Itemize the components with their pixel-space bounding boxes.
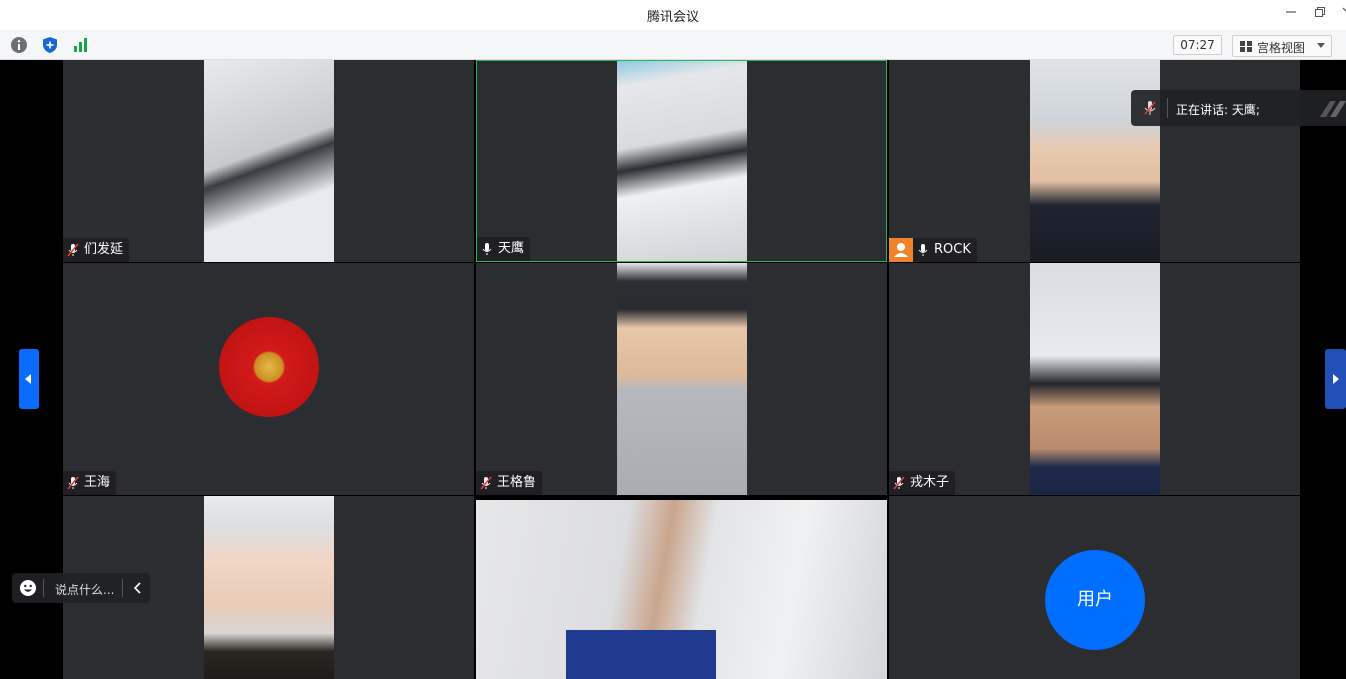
participant-tile[interactable]: 王海 [63, 263, 474, 495]
close-button[interactable] [1337, 6, 1346, 24]
participant-nametag: 们发延 [63, 238, 130, 262]
title-bar: 腾讯会议 [0, 0, 1346, 30]
participant-nametag: 戎木子 [889, 471, 956, 495]
participant-tile[interactable]: 用户 [889, 496, 1300, 679]
minimize-button[interactable] [1282, 6, 1300, 24]
participant-name: 们发延 [84, 242, 124, 257]
participant-video-detail [566, 630, 716, 679]
participant-name: ROCK [934, 242, 971, 257]
participant-video [1030, 263, 1160, 495]
participant-video [204, 60, 334, 262]
participant-tile[interactable]: 王格鲁 [476, 263, 887, 495]
participant-video [204, 496, 334, 679]
chat-bar[interactable]: 说点什么... [12, 573, 150, 603]
meeting-toolbar: 07:27 宫格视图 [0, 30, 1346, 60]
speaking-text: 正在讲话: 天鹰; [1176, 103, 1260, 117]
participant-tile[interactable] [476, 500, 887, 679]
participant-nametag: 天鹰 [477, 237, 531, 261]
shield-icon [43, 37, 57, 53]
collapse-icon[interactable] [1316, 97, 1346, 119]
security-button[interactable] [41, 36, 59, 54]
participant-name: 王格鲁 [497, 475, 537, 490]
previous-page-button[interactable] [19, 349, 39, 409]
window-title: 腾讯会议 [646, 10, 699, 25]
mic-muted-icon [480, 476, 492, 490]
video-grid: 们发延 天鹰 ROCK 王海 王格鲁 戎木子 用户 正在讲话: 天鹰; 说点什么… [0, 60, 1346, 679]
participant-nametag: ROCK [889, 238, 977, 262]
chevron-left-icon [25, 374, 31, 384]
network-signal-button[interactable] [72, 36, 90, 54]
participant-name: 王海 [84, 475, 111, 490]
participant-tile-active[interactable]: 天鹰 [476, 60, 887, 262]
chevron-down-icon [1317, 43, 1325, 48]
participant-nametag: 王海 [63, 471, 117, 495]
participant-tile[interactable]: 戎木子 [889, 263, 1300, 495]
mic-muted-icon [67, 476, 79, 490]
chat-input[interactable]: 说点什么... [55, 581, 114, 598]
participant-tile[interactable]: 们发延 [63, 60, 474, 262]
avatar: 用户 [1045, 550, 1145, 650]
close-icon [1342, 7, 1346, 13]
mic-icon [482, 243, 492, 255]
view-mode-label: 宫格视图 [1257, 41, 1306, 55]
avatar [219, 317, 319, 417]
mic-muted-icon [893, 476, 905, 490]
divider [122, 579, 123, 597]
divider [1167, 98, 1168, 118]
info-icon [11, 37, 27, 53]
divider [43, 579, 44, 597]
speaking-indicator: 正在讲话: 天鹰; [1131, 90, 1346, 126]
view-mode-dropdown[interactable]: 宫格视图 [1232, 35, 1332, 57]
participant-video [617, 61, 747, 261]
next-page-button[interactable] [1325, 349, 1346, 409]
participant-video [617, 263, 747, 495]
mic-muted-icon [67, 243, 79, 257]
minimize-icon [1286, 11, 1296, 13]
info-button[interactable] [10, 36, 28, 54]
mic-icon [918, 244, 928, 256]
participant-name: 戎木子 [910, 475, 950, 490]
restore-icon [1315, 7, 1325, 17]
participant-nametag: 王格鲁 [476, 471, 543, 495]
grid-view-icon [1240, 41, 1252, 52]
meeting-timer: 07:27 [1173, 35, 1222, 55]
restore-button[interactable] [1311, 6, 1329, 24]
participant-name: 天鹰 [498, 241, 525, 256]
host-icon [889, 238, 913, 262]
chevron-right-icon [1333, 374, 1339, 384]
emoji-icon[interactable] [19, 579, 37, 597]
mic-muted-icon [1144, 101, 1156, 115]
chevron-left-icon[interactable] [133, 582, 143, 594]
signal-bars-icon [74, 38, 87, 52]
